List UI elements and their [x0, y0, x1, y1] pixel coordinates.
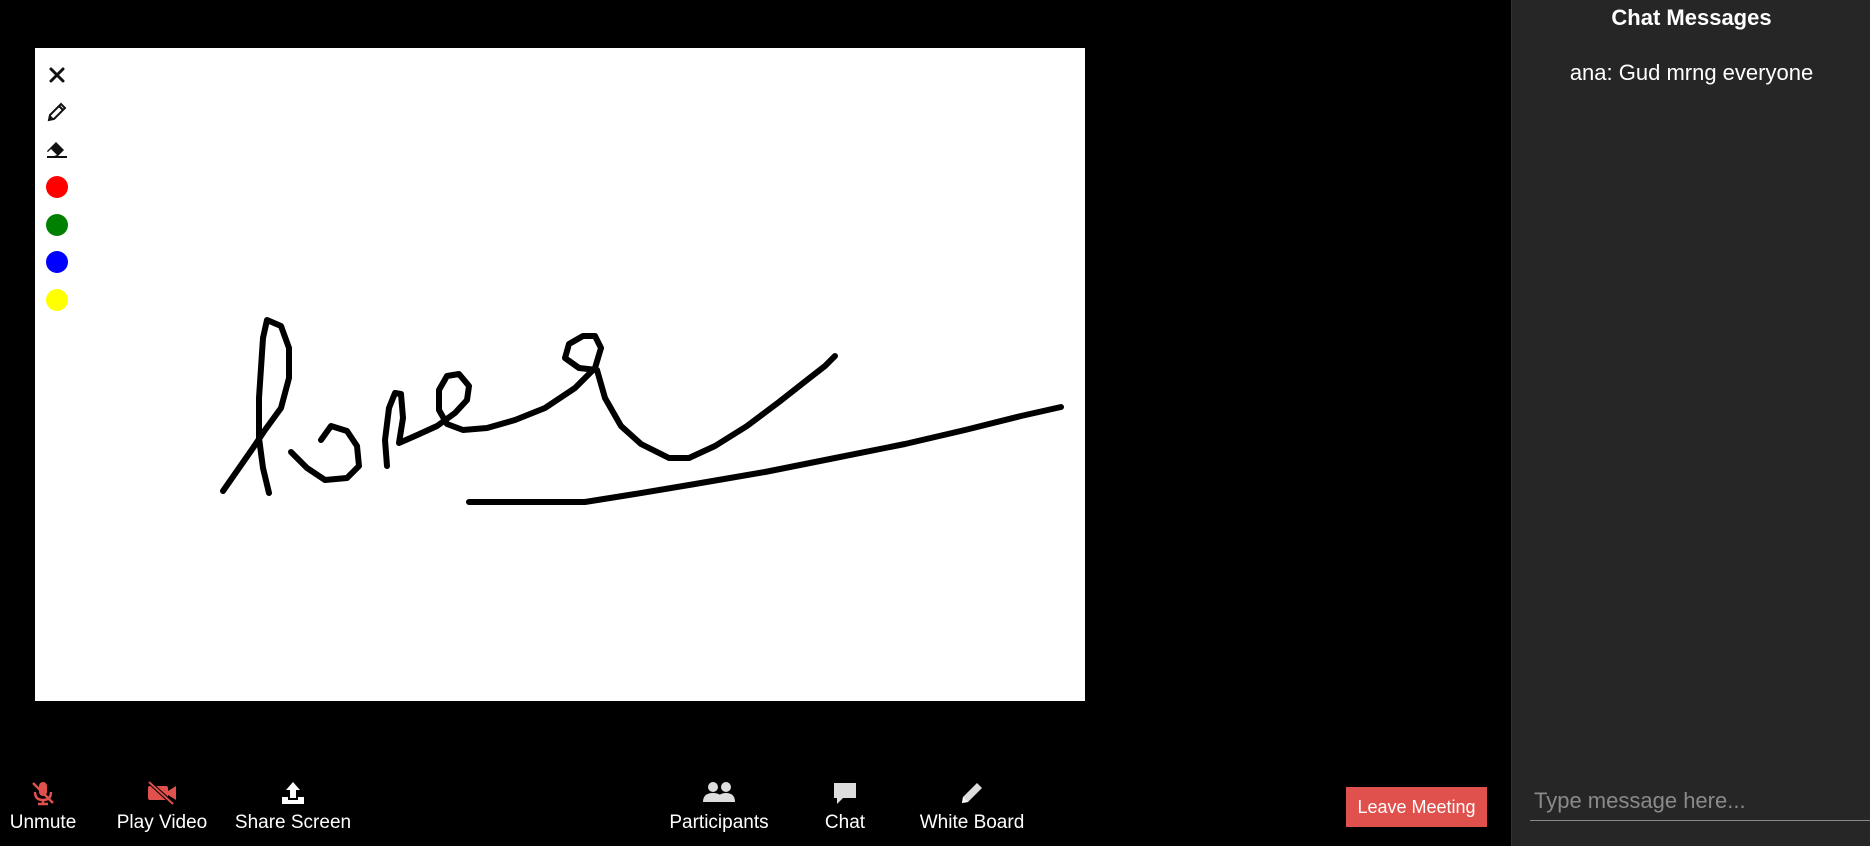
- color-red-swatch[interactable]: [41, 172, 73, 202]
- share-screen-button[interactable]: Share Screen: [234, 778, 352, 840]
- chat-button[interactable]: Chat: [815, 778, 875, 840]
- chat-message: ana: Gud mrng everyone: [1569, 60, 1814, 85]
- stroke-3: [382, 333, 838, 469]
- pencil-icon: [958, 778, 986, 808]
- play-video-button[interactable]: Play Video: [114, 778, 210, 840]
- participants-button[interactable]: Participants: [668, 778, 770, 840]
- meeting-controls-bar: Unmute Play Video Share Screen Participa…: [0, 770, 1511, 846]
- chat-bubble-icon: [831, 778, 859, 808]
- chat-panel: Chat Messages ana: Gud mrng everyone: [1511, 0, 1870, 846]
- play-video-label: Play Video: [116, 812, 208, 833]
- chat-message-list: ana: Gud mrng everyone: [1512, 60, 1870, 86]
- whiteboard-drawing: [220, 317, 1064, 505]
- close-icon[interactable]: [41, 60, 73, 90]
- whiteboard-label: White Board: [919, 812, 1025, 833]
- color-yellow-swatch[interactable]: [41, 285, 73, 315]
- unmute-button[interactable]: Unmute: [5, 778, 81, 840]
- leave-meeting-button[interactable]: Leave Meeting: [1346, 787, 1487, 827]
- users-icon: [702, 778, 736, 808]
- participants-label: Participants: [669, 812, 769, 833]
- color-blue-swatch[interactable]: [41, 247, 73, 277]
- pencil-icon[interactable]: [41, 97, 73, 127]
- mic-muted-icon: [29, 778, 57, 808]
- meeting-main-area: Unmute Play Video Share Screen Participa…: [0, 0, 1511, 846]
- whiteboard-button[interactable]: White Board: [916, 778, 1028, 840]
- chat-message-input[interactable]: [1530, 782, 1870, 821]
- video-off-icon: [146, 778, 178, 808]
- stroke-2: [288, 423, 362, 483]
- whiteboard-canvas[interactable]: [35, 48, 1085, 701]
- stroke-4: [466, 404, 1064, 505]
- upload-icon: [279, 778, 307, 808]
- unmute-label: Unmute: [9, 812, 77, 833]
- color-green-swatch[interactable]: [41, 210, 73, 240]
- chat-label: Chat: [824, 812, 866, 833]
- chat-title: Chat Messages: [1611, 5, 1772, 30]
- share-screen-label: Share Screen: [234, 812, 352, 833]
- stroke-1: [220, 317, 292, 496]
- eraser-icon[interactable]: [41, 134, 73, 164]
